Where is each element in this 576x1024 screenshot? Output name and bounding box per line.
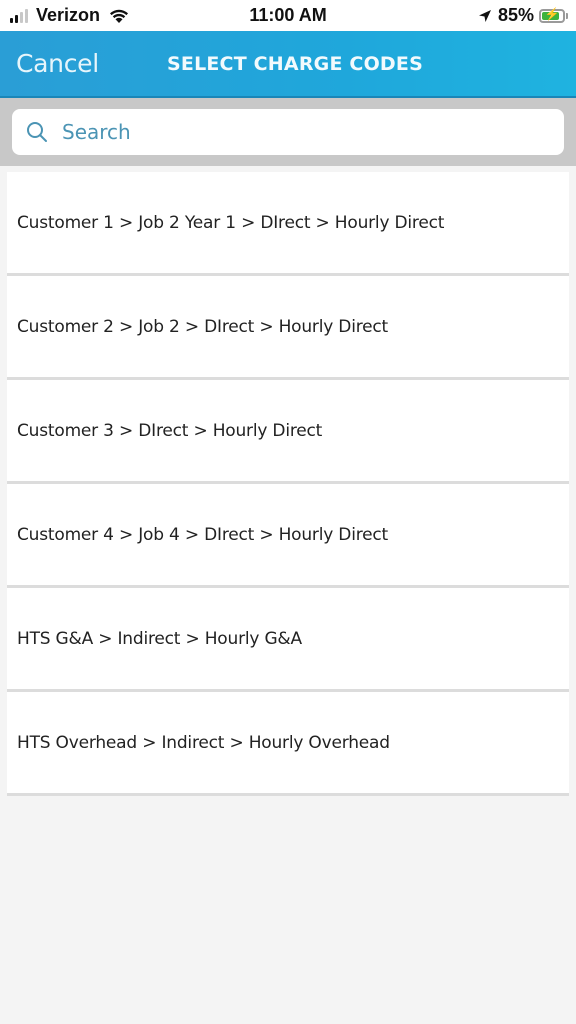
- cancel-button[interactable]: Cancel: [16, 49, 99, 78]
- search-input[interactable]: [60, 119, 524, 145]
- navigation-bar: Cancel SELECT CHARGE CODES: [0, 31, 576, 98]
- charge-code-label: HTS G&A > Indirect > Hourly G&A: [17, 628, 302, 649]
- search-area: [0, 98, 576, 166]
- search-icon: [27, 122, 47, 142]
- charge-code-label: Customer 4 > Job 4 > DIrect > Hourly Dir…: [17, 524, 389, 545]
- charge-code-label: Customer 1 > Job 2 Year 1 > DIrect > Hou…: [17, 212, 445, 233]
- charging-bolt-icon: ⚡: [544, 6, 560, 21]
- status-bar: Verizon 11:00 AM 85% ⚡: [0, 0, 576, 31]
- charge-code-list: Customer 1 > Job 2 Year 1 > DIrect > Hou…: [7, 172, 569, 796]
- location-arrow-icon: [478, 9, 491, 22]
- charge-code-item[interactable]: HTS G&A > Indirect > Hourly G&A: [7, 588, 569, 692]
- charge-code-label: HTS Overhead > Indirect > Hourly Overhea…: [17, 732, 390, 753]
- page-title: SELECT CHARGE CODES: [167, 53, 423, 75]
- charge-code-item[interactable]: HTS Overhead > Indirect > Hourly Overhea…: [7, 692, 569, 796]
- charge-code-label: Customer 3 > DIrect > Hourly Direct: [17, 420, 323, 441]
- charge-code-item[interactable]: Customer 4 > Job 4 > DIrect > Hourly Dir…: [7, 484, 569, 588]
- charge-code-label: Customer 2 > Job 2 > DIrect > Hourly Dir…: [17, 316, 389, 337]
- charge-code-item[interactable]: Customer 3 > DIrect > Hourly Direct: [7, 380, 569, 484]
- status-right: 85% ⚡: [478, 5, 568, 26]
- search-box[interactable]: [12, 109, 564, 155]
- battery-cap: [566, 12, 568, 19]
- battery-charging-icon: ⚡: [539, 6, 565, 23]
- charge-code-item[interactable]: Customer 2 > Job 2 > DIrect > Hourly Dir…: [7, 276, 569, 380]
- charge-code-item[interactable]: Customer 1 > Job 2 Year 1 > DIrect > Hou…: [7, 172, 569, 276]
- battery-percent: 85%: [497, 5, 534, 25]
